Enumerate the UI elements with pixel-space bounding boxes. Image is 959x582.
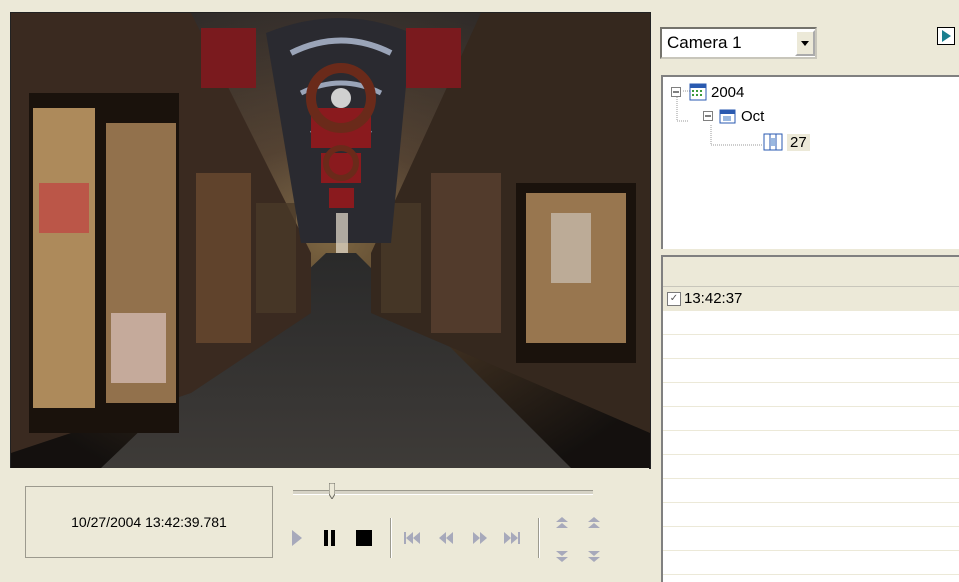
rewind-button[interactable]	[434, 526, 458, 550]
export-icon	[937, 27, 955, 45]
collapse-icon[interactable]	[703, 111, 713, 121]
empty-list-row	[663, 527, 959, 551]
calendar-day-icon	[763, 133, 783, 151]
timestamp-text: 10/27/2004 13:42:39.781	[71, 514, 227, 530]
list-item[interactable]: ✓ 13:42:37	[663, 287, 959, 311]
skip-end-button[interactable]	[500, 526, 524, 550]
empty-list-row	[663, 383, 959, 407]
app-window: 10/27/2004 13:42:39.781 Camera 1 2004 Oc…	[0, 0, 959, 582]
play-button[interactable]	[288, 526, 306, 550]
date-tree[interactable]: 2004 Oct 27	[661, 75, 959, 249]
fast-forward-icon	[473, 532, 487, 544]
fast-forward-button[interactable]	[468, 526, 492, 550]
seek-slider[interactable]	[293, 483, 593, 499]
empty-list-row	[663, 335, 959, 359]
stop-button[interactable]	[352, 526, 376, 550]
recordings-pane: Camera 1 2004 Oct 27 ✓ 13:42:37	[651, 0, 959, 582]
list-header	[663, 257, 959, 287]
speed-down-alt-button[interactable]	[584, 548, 604, 566]
speed-up-button[interactable]	[552, 514, 572, 532]
skip-start-button[interactable]	[400, 526, 424, 550]
chevron-down-icon[interactable]	[795, 30, 815, 56]
tree-lines	[676, 90, 763, 146]
checkbox[interactable]: ✓	[667, 291, 681, 306]
export-button[interactable]	[937, 27, 955, 45]
timestamp-display: 10/27/2004 13:42:39.781	[25, 486, 273, 558]
camera-dropdown-value: Camera 1	[667, 33, 742, 52]
recording-time: 13:42:37	[684, 290, 743, 307]
pause-icon	[324, 530, 335, 546]
skip-start-icon	[404, 532, 420, 544]
arcade-frame-image	[11, 13, 650, 468]
speed-up-alt-icon	[588, 517, 600, 528]
speed-up-alt-button[interactable]	[584, 514, 604, 532]
speed-down-button[interactable]	[552, 548, 572, 566]
empty-list-row	[663, 455, 959, 479]
tree-day-label: 27	[787, 133, 810, 151]
tree-month-label: Oct	[741, 107, 765, 125]
tree-node-day[interactable]: 27	[763, 133, 810, 151]
tree-year-label: 2004	[711, 83, 745, 101]
pause-button[interactable]	[318, 526, 342, 550]
rewind-icon	[439, 532, 453, 544]
toolbar-separator	[538, 518, 540, 558]
tree-node-year[interactable]: 2004	[671, 83, 744, 101]
stop-icon	[356, 530, 372, 546]
camera-dropdown[interactable]: Camera 1	[660, 27, 817, 59]
tree-node-month[interactable]: Oct	[703, 107, 764, 125]
calendar-month-icon	[719, 109, 736, 124]
seek-slider-thumb[interactable]	[329, 483, 335, 499]
empty-list-row	[663, 431, 959, 455]
empty-list-row	[663, 479, 959, 503]
speed-down-alt-icon	[588, 551, 600, 562]
empty-list-row	[663, 407, 959, 431]
video-view[interactable]	[10, 12, 651, 469]
play-icon	[292, 530, 302, 546]
skip-end-icon	[504, 532, 520, 544]
collapse-icon[interactable]	[671, 87, 681, 97]
empty-list-row	[663, 359, 959, 383]
empty-list-row	[663, 311, 959, 335]
playback-controls: 10/27/2004 13:42:39.781	[10, 468, 649, 582]
toolbar-separator	[390, 518, 392, 558]
speed-down-icon	[556, 551, 568, 562]
empty-list-row	[663, 551, 959, 575]
recordings-list[interactable]: ✓ 13:42:37	[661, 255, 959, 582]
empty-list-row	[663, 503, 959, 527]
calendar-year-icon	[689, 83, 707, 101]
speed-up-icon	[556, 517, 568, 528]
